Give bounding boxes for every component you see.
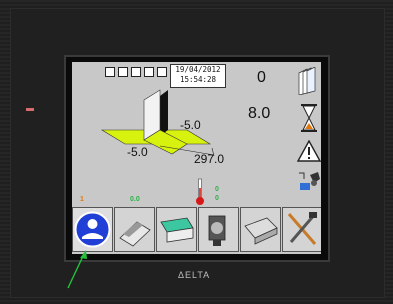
thermometer-icon (196, 178, 204, 205)
dimension-c: 297.0 (194, 152, 225, 166)
sheet-feeder-button[interactable] (114, 207, 155, 252)
folding-unit-button[interactable] (156, 207, 197, 252)
temp-bottom-value: 0 (215, 195, 219, 202)
status-square (144, 67, 154, 77)
status-led (26, 108, 34, 111)
green-value: 0.0 (130, 196, 140, 203)
magazine-icon (244, 217, 278, 245)
sheet-feeder-icon (119, 221, 151, 247)
dimension-b: -5.0 (127, 145, 148, 159)
status-square (131, 67, 141, 77)
hourglass-icon[interactable] (300, 104, 318, 132)
sheets-stack-icon[interactable] (297, 67, 319, 95)
counter-value: 0 (257, 69, 266, 86)
pointer-arrow-icon (67, 250, 87, 289)
hmi-screen: 19/04/2012 15:54:28 0 8.0 -5.0 -5.0 297.… (72, 62, 321, 254)
status-square (157, 67, 167, 77)
status-square (105, 67, 115, 77)
orange-value: 1 (80, 196, 84, 203)
date-text: 19/04/2012 (175, 65, 221, 74)
warning-icon[interactable] (297, 140, 321, 162)
temp-top-value: 0 (215, 186, 219, 193)
tools-icon (287, 212, 317, 245)
operator-mode-button[interactable] (72, 207, 113, 252)
folding-unit-icon (160, 217, 194, 243)
magazine-button[interactable] (240, 207, 281, 252)
bottom-toolbar (72, 207, 321, 254)
gear-mechanism-icon (208, 215, 226, 246)
status-indicators (105, 67, 167, 77)
time-value: 8.0 (248, 105, 271, 122)
gear-mechanism-button[interactable] (198, 207, 239, 252)
operator-mode-icon (74, 211, 111, 248)
brand-logo: ΔELTA (178, 270, 211, 280)
dimension-a: -5.0 (180, 118, 201, 132)
robot-gripper-icon[interactable] (296, 169, 321, 195)
status-square (118, 67, 128, 77)
tools-button[interactable] (282, 207, 321, 252)
